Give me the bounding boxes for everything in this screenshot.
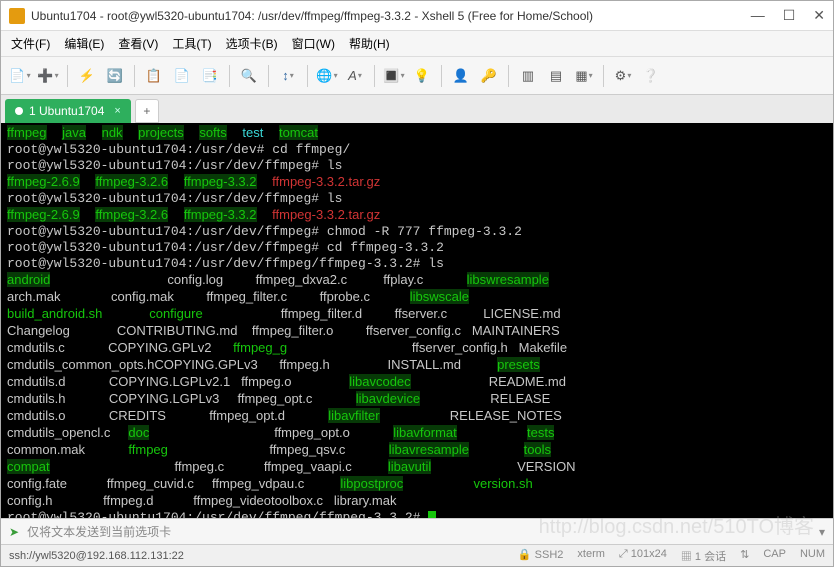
user-button[interactable]: 👤	[450, 65, 472, 87]
properties-button[interactable]: 📑	[199, 65, 221, 87]
globe-button[interactable]: 🌐	[316, 65, 338, 87]
separator	[374, 65, 375, 87]
status-ssh: 🔒 SSH2	[518, 548, 564, 564]
send-bar: ➤ 仅将文本发送到当前选项卡 ▾	[1, 518, 833, 544]
separator	[441, 65, 442, 87]
copy-button[interactable]: 📋	[143, 65, 165, 87]
status-cap: CAP	[763, 548, 786, 564]
layout-h-button[interactable]: ▤	[545, 65, 567, 87]
menu-view[interactable]: 查看(V)	[118, 35, 158, 52]
toolbar: 📄 ➕ ⚡ 🔄 📋 📄 📑 🔍 ↕ 🌐 A 🔳 💡 👤 🔑 ▥ ▤ ▦ ⚙ ❔	[1, 57, 833, 95]
transfer-button[interactable]: ↕	[277, 65, 299, 87]
separator	[603, 65, 604, 87]
menu-edit[interactable]: 编辑(E)	[64, 35, 104, 52]
close-button[interactable]: ✕	[813, 7, 825, 24]
terminal-output[interactable]: ffmpeg java ndk projects softs test tomc…	[1, 123, 833, 518]
send-dropdown-icon[interactable]: ▾	[819, 525, 825, 539]
menu-tools[interactable]: 工具(T)	[172, 35, 211, 52]
send-arrow-icon: ➤	[9, 525, 19, 539]
tab-close-icon[interactable]: ×	[114, 105, 120, 117]
title-bar: Ubuntu1704 - root@ywl5320-ubuntu1704: /u…	[1, 1, 833, 31]
separator	[268, 65, 269, 87]
separator	[508, 65, 509, 87]
status-size: ⤢ 101x24	[619, 548, 667, 564]
color-button[interactable]: 🔳	[383, 65, 405, 87]
menu-help[interactable]: 帮助(H)	[349, 35, 390, 52]
find-button[interactable]: 🔍	[238, 65, 260, 87]
separator	[134, 65, 135, 87]
menu-window[interactable]: 窗口(W)	[292, 35, 335, 52]
tab-new-button[interactable]: +	[135, 99, 159, 123]
minimize-button[interactable]: —	[751, 7, 765, 24]
status-type: xterm	[577, 548, 605, 564]
settings-button[interactable]: ⚙	[612, 65, 634, 87]
layout-grid-button[interactable]: ▦	[573, 65, 595, 87]
send-hint[interactable]: 仅将文本发送到当前选项卡	[27, 523, 171, 540]
status-sess: ▦ 1 会话	[681, 548, 726, 564]
maximize-button[interactable]: ☐	[783, 7, 796, 24]
help-button[interactable]: ❔	[640, 65, 662, 87]
key-button[interactable]: 🔑	[478, 65, 500, 87]
tab-status-icon	[15, 107, 23, 115]
tab-label: 1 Ubuntu1704	[29, 104, 104, 118]
separator	[67, 65, 68, 87]
tab-strip: 1 Ubuntu1704 × +	[1, 95, 833, 123]
status-bar: ssh://ywl5320@192.168.112.131:22 🔒 SSH2 …	[1, 544, 833, 566]
status-num: NUM	[800, 548, 825, 564]
paste-button[interactable]: 📄	[171, 65, 193, 87]
status-conn: ssh://ywl5320@192.168.112.131:22	[9, 550, 184, 562]
reconnect-button[interactable]: 🔄	[104, 65, 126, 87]
window-title: Ubuntu1704 - root@ywl5320-ubuntu1704: /u…	[31, 9, 751, 23]
app-icon	[9, 8, 25, 24]
menu-file[interactable]: 文件(F)	[11, 35, 50, 52]
connect-button[interactable]: ⚡	[76, 65, 98, 87]
status-updown-icon: ⇅	[740, 548, 749, 564]
separator	[229, 65, 230, 87]
open-button[interactable]: ➕	[37, 65, 59, 87]
font-button[interactable]: A	[344, 65, 366, 87]
separator	[307, 65, 308, 87]
menu-tabs[interactable]: 选项卡(B)	[226, 35, 278, 52]
highlight-button[interactable]: 💡	[411, 65, 433, 87]
layout-v-button[interactable]: ▥	[517, 65, 539, 87]
new-session-button[interactable]: 📄	[9, 65, 31, 87]
menu-bar: 文件(F) 编辑(E) 查看(V) 工具(T) 选项卡(B) 窗口(W) 帮助(…	[1, 31, 833, 57]
tab-session-1[interactable]: 1 Ubuntu1704 ×	[5, 99, 131, 123]
